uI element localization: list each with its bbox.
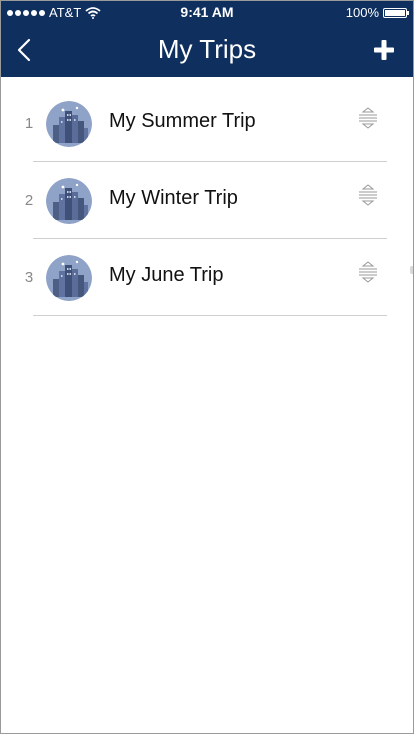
trip-list: 1 My Summer Trip 2 My Winter Trip 3 My J…	[1, 77, 413, 316]
trip-index: 1	[24, 115, 34, 132]
nav-bar: My Trips	[1, 23, 413, 77]
city-avatar-icon	[46, 255, 92, 301]
city-avatar-icon	[46, 101, 92, 147]
trip-title: My June Trip	[109, 264, 224, 286]
battery-icon	[383, 7, 409, 18]
trip-index: 3	[24, 269, 34, 286]
trip-title: My Winter Trip	[109, 187, 238, 209]
trip-index: 2	[24, 192, 34, 209]
reorder-handle-icon[interactable]	[357, 261, 379, 283]
page-title: My Trips	[157, 34, 257, 64]
trip-row[interactable]: 1 My Summer Trip	[1, 85, 413, 162]
city-avatar-icon	[46, 178, 92, 224]
row-divider	[33, 315, 387, 316]
trip-title: My Summer Trip	[109, 110, 256, 132]
status-right: 100%	[345, 5, 409, 20]
header: AT&T 9:41 AM 100% My Trips	[1, 1, 413, 77]
status-bar: AT&T 9:41 AM 100%	[1, 1, 413, 23]
trip-row[interactable]: 2 My Winter Trip	[1, 162, 413, 239]
reorder-handle-icon[interactable]	[357, 184, 379, 206]
battery-percent: 100%	[345, 5, 379, 20]
phone-screen: AT&T 9:41 AM 100% My Trips 1 My Summer T…	[0, 0, 414, 734]
reorder-handle-icon[interactable]	[357, 107, 379, 129]
trip-row[interactable]: 3 My June Trip	[1, 239, 413, 316]
plus-icon[interactable]	[373, 39, 395, 61]
scroll-indicator	[410, 266, 413, 274]
